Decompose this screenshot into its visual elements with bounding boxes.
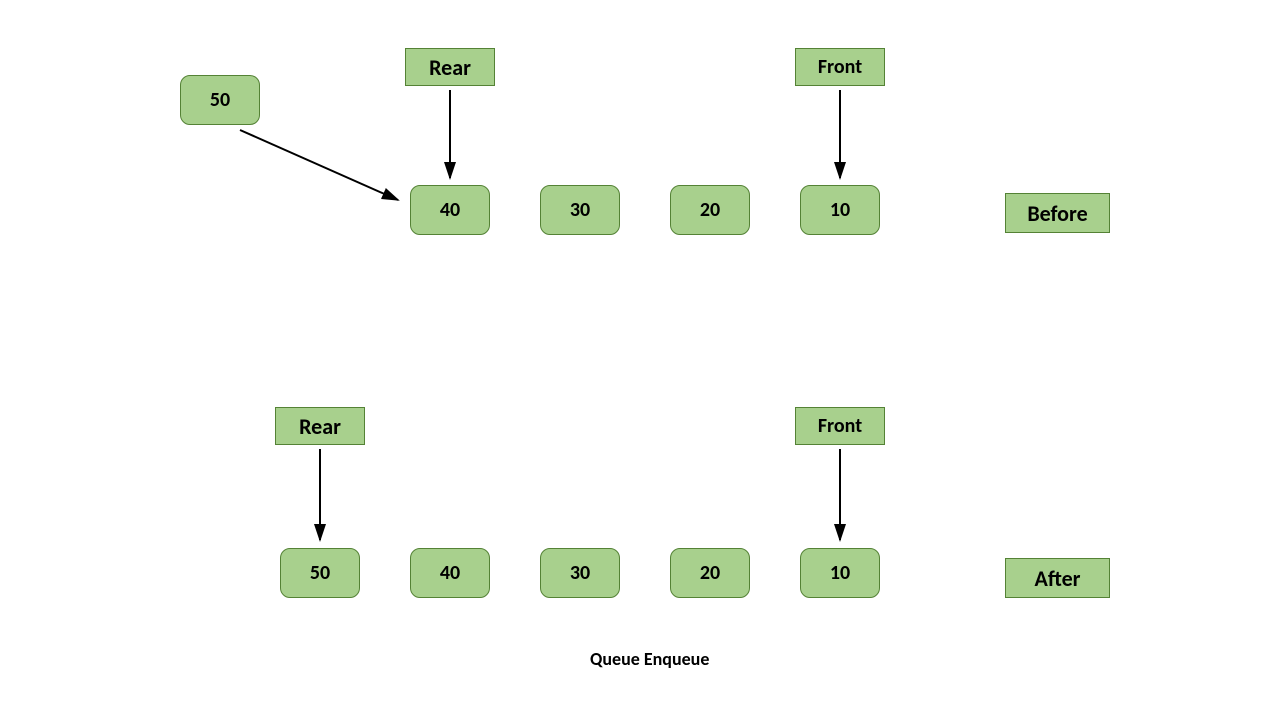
diagram-caption: Queue Enqueue (590, 648, 709, 670)
after-arrows (0, 0, 1280, 720)
